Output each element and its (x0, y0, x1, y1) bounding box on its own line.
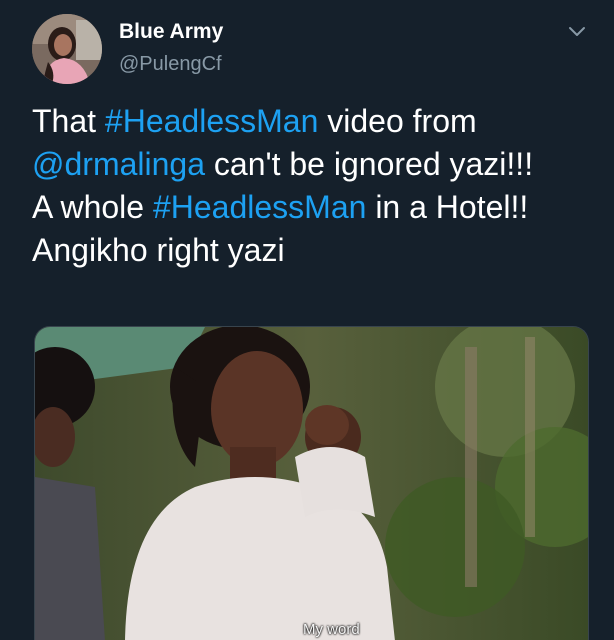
text-segment: in a Hotel!! (366, 189, 529, 225)
text-segment: That (32, 103, 105, 139)
tweet-text-line: @drmalinga can't be ignored yazi!!! (32, 143, 602, 186)
text-segment: Angikho right yazi (32, 232, 285, 268)
tweet-text-line: That #HeadlessMan video from (32, 100, 602, 143)
tweet-text: That #HeadlessMan video from @drmalinga … (32, 100, 602, 272)
text-segment: A whole (32, 189, 153, 225)
mention-link[interactable]: @drmalinga (32, 146, 205, 182)
display-name[interactable]: Blue Army (119, 20, 223, 44)
chevron-down-icon[interactable] (566, 20, 588, 42)
tweet-card: Blue Army @PulengCf That #HeadlessMan vi… (0, 0, 614, 640)
text-segment: video from (318, 103, 477, 139)
video-caption: My word (303, 621, 360, 638)
hashtag-link[interactable]: #HeadlessMan (153, 189, 366, 225)
tweet-text-line: A whole #HeadlessMan in a Hotel!! (32, 186, 602, 229)
tweet-media-image[interactable]: My word (34, 326, 589, 640)
avatar[interactable] (32, 14, 102, 84)
hashtag-link[interactable]: #HeadlessMan (105, 103, 318, 139)
text-segment: can't be ignored yazi!!! (205, 146, 534, 182)
tweet-text-line: Angikho right yazi (32, 229, 602, 272)
user-handle[interactable]: @PulengCf (119, 53, 222, 76)
